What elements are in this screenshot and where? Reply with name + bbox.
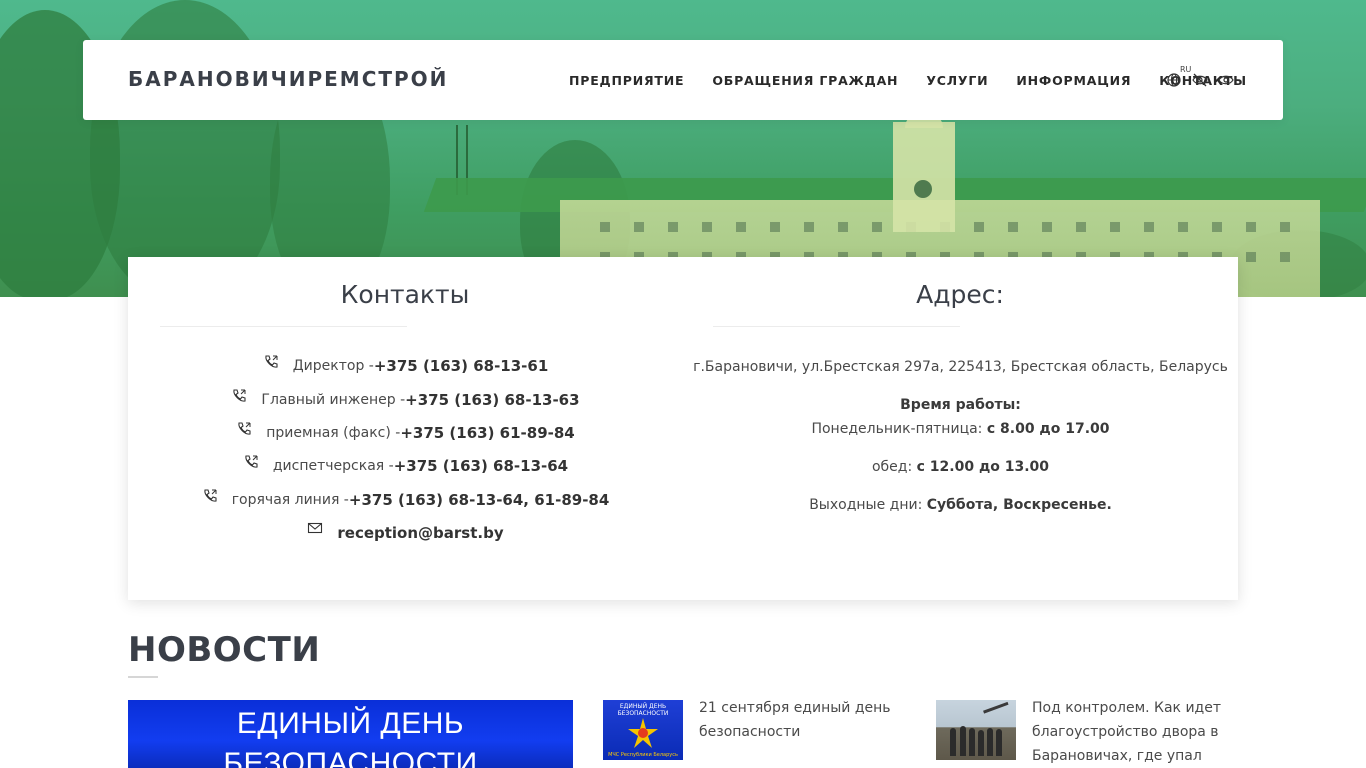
thumb-text: ЕДИНЫЙ ДЕНЬ БЕЗОПАСНОСТИ — [617, 703, 669, 717]
featured-image-text-line-1: ЕДИНЫЙ ДЕНЬ — [236, 707, 465, 740]
contact-phone[interactable]: +375 (163) 61-89-84 — [400, 424, 574, 442]
weekdays-label: Понедельник-пятница: — [811, 421, 987, 437]
phone-icon — [263, 354, 279, 370]
news-item-title[interactable]: Под контролем. Как идет благоустройство … — [1032, 696, 1232, 768]
news-section-title: НОВОСТИ — [128, 630, 321, 670]
contacts-title: Контакты — [340, 280, 470, 309]
contact-label: диспетчерская - — [272, 458, 394, 474]
working-hours-lunch: обед: с 12.00 до 13.00 — [683, 459, 1238, 475]
contact-row-director: Директор - +375 (163) 68-13-61 — [128, 354, 683, 375]
mchs-emblem-icon — [628, 718, 658, 748]
header-tools: RU — [1167, 65, 1247, 92]
thumb-caption: МЧС Республики Беларусь — [608, 752, 678, 758]
contacts-card: Контакты Директор - +375 (163) 68-13-61 … — [128, 257, 1238, 600]
contact-phone[interactable]: +375 (163) 68-13-64, 61-89-84 — [349, 491, 609, 509]
eye-icon[interactable] — [1218, 72, 1234, 88]
contact-label: горячая линия - — [231, 492, 349, 508]
address-title: Адрес: — [916, 280, 1004, 309]
working-hours-title: Время работы: — [683, 397, 1238, 413]
contact-row-dispatcher: диспетчерская - +375 (163) 68-13-64 — [128, 454, 683, 475]
working-hours-weekdays: Понедельник-пятница: с 8.00 до 17.00 — [683, 421, 1238, 437]
contact-row-email: reception@barst.by — [128, 521, 683, 542]
address-line: г.Барановичи, ул.Брестская 297а, 225413,… — [693, 359, 1228, 375]
news-thumbnail-yard-improvement[interactable] — [936, 700, 1016, 760]
news-thumbnail-safety-day[interactable]: ЕДИНЫЙ ДЕНЬ БЕЗОПАСНОСТИ МЧС Республики … — [603, 700, 683, 760]
working-hours-heading: Время работы: — [900, 397, 1021, 413]
contacts-divider — [160, 326, 407, 327]
contact-phone[interactable]: +375 (163) 68-13-61 — [374, 357, 548, 375]
nav-item-enterprise[interactable]: ПРЕДПРИЯТИЕ — [569, 73, 684, 88]
weekend-value: Суббота, Воскресенье. — [926, 497, 1112, 513]
clock-tower — [914, 180, 932, 198]
featured-news-image[interactable]: ЕДИНЫЙ ДЕНЬ БЕЗОПАСНОСТИ — [128, 700, 573, 768]
phone-icon — [202, 488, 218, 504]
eye-slash-icon[interactable] — [1192, 72, 1208, 88]
lunch-value: с 12.00 до 13.00 — [916, 459, 1050, 475]
contact-phone[interactable]: +375 (163) 68-13-63 — [405, 391, 579, 409]
contact-row-chief-engineer: Главный инженер - +375 (163) 68-13-63 — [128, 388, 683, 409]
nav-item-citizen-appeals[interactable]: ОБРАЩЕНИЯ ГРАЖДАН — [712, 73, 898, 88]
lunch-label: обед: — [871, 459, 917, 475]
weekend-label: Выходные дни: — [809, 497, 927, 513]
news-title-underline — [128, 676, 158, 678]
contact-label: Главный инженер - — [261, 392, 406, 408]
contact-phone[interactable]: +375 (163) 68-13-64 — [394, 457, 568, 475]
contact-label: приемная (факс) - — [266, 425, 401, 441]
nav-item-services[interactable]: УСЛУГИ — [926, 73, 988, 88]
site-logo[interactable]: БАРАНОВИЧИРЕМСТРОЙ — [128, 67, 448, 91]
site-header: БАРАНОВИЧИРЕМСТРОЙ ПРЕДПРИЯТИЕ ОБРАЩЕНИЯ… — [83, 40, 1283, 120]
contact-row-reception-fax: приемная (факс) - +375 (163) 61-89-84 — [128, 421, 683, 442]
contact-email[interactable]: reception@barst.by — [337, 524, 503, 542]
language-code[interactable]: RU — [1180, 65, 1191, 74]
nav-item-information[interactable]: ИНФОРМАЦИЯ — [1016, 73, 1131, 88]
contact-row-hotline: горячая линия - +375 (163) 68-13-64, 61-… — [128, 488, 683, 509]
featured-image-text-line-2: БЕЗОПАСНОСТИ — [223, 747, 478, 768]
working-hours-weekend: Выходные дни: Суббота, Воскресенье. — [683, 497, 1238, 513]
contact-label: Директор - — [292, 358, 374, 374]
address-divider — [713, 326, 960, 327]
phone-icon — [243, 454, 259, 470]
globe-icon[interactable] — [1167, 72, 1183, 88]
phone-icon — [236, 421, 252, 437]
news-item-title[interactable]: 21 сентября единый день безопасности — [699, 696, 909, 744]
phone-icon — [231, 388, 247, 404]
weekdays-value: с 8.00 до 17.00 — [986, 421, 1110, 437]
mail-icon — [307, 521, 323, 537]
